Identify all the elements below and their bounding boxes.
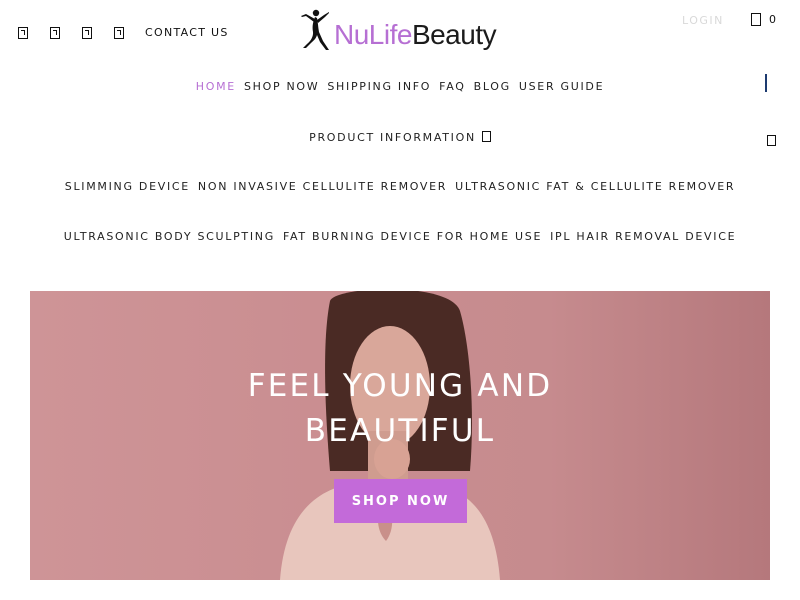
cart-count: 0 [769, 13, 776, 26]
hero-shop-now-button[interactable]: SHOP NOW [334, 479, 467, 523]
chevron-down-icon [481, 131, 491, 142]
nav-ipl-hair-removal[interactable]: IPL HAIR REMOVAL DEVICE [550, 230, 736, 243]
cart-icon [751, 13, 761, 26]
nav-product-information-label: PRODUCT INFORMATION [309, 131, 476, 144]
login-link[interactable]: LOGIN [682, 14, 724, 27]
site-logo[interactable]: NuLifeBeauty [298, 8, 497, 54]
nav-ultrasonic-fat-remover[interactable]: ULTRASONIC FAT & CELLULITE REMOVER [455, 180, 735, 193]
facebook-icon[interactable] [18, 26, 28, 39]
logo-nu: NuLife [334, 19, 412, 50]
hero-title-line-1: FEEL YOUNG AND [247, 368, 553, 404]
nav-blog[interactable]: BLOG [474, 80, 511, 93]
main-nav-row-4: ULTRASONIC BODY SCULPTING FAT BURNING DE… [0, 230, 800, 243]
main-nav-row-3: SLIMMING DEVICE NON INVASIVE CELLULITE R… [0, 180, 800, 193]
nav-faq[interactable]: FAQ [439, 80, 465, 93]
dancer-logo-icon [301, 9, 329, 50]
cart-button[interactable]: 0 [751, 13, 776, 26]
nav-body-sculpting[interactable]: ULTRASONIC BODY SCULPTING [64, 230, 275, 243]
nav-user-guide[interactable]: USER GUIDE [519, 80, 604, 93]
hero-title-line-2: BEAUTIFUL [304, 413, 496, 449]
nav-fat-burning-device[interactable]: FAT BURNING DEVICE FOR HOME USE [283, 230, 542, 243]
twitter-icon[interactable] [50, 26, 60, 39]
logo-beauty: Beauty [411, 19, 497, 50]
nav-product-information[interactable]: PRODUCT INFORMATION [309, 131, 491, 144]
hero-banner: FEEL YOUNG AND BEAUTIFUL SHOP NOW [30, 291, 770, 580]
nav-shop-now[interactable]: SHOP NOW [244, 80, 319, 93]
hero-title: FEEL YOUNG AND BEAUTIFUL [30, 364, 770, 454]
main-nav-row-2: PRODUCT INFORMATION [0, 131, 800, 144]
nav-home[interactable]: HOME [196, 80, 236, 93]
site-header: CONTACT US NuLifeBeauty LOGIN 0 [0, 0, 800, 68]
contact-us-link[interactable]: CONTACT US [145, 26, 229, 39]
nav-cellulite-remover[interactable]: NON INVASIVE CELLULITE REMOVER [198, 180, 447, 193]
social-links: CONTACT US [18, 26, 229, 39]
logo-text: NuLifeBeauty [334, 19, 497, 50]
instagram-icon[interactable] [82, 26, 92, 39]
nav-slimming-device[interactable]: SLIMMING DEVICE [65, 180, 190, 193]
nav-shipping-info[interactable]: SHIPPING INFO [327, 80, 431, 93]
main-nav-row-1: HOME SHOP NOW SHIPPING INFO FAQ BLOG USE… [0, 80, 800, 93]
pinterest-icon[interactable] [114, 26, 124, 39]
